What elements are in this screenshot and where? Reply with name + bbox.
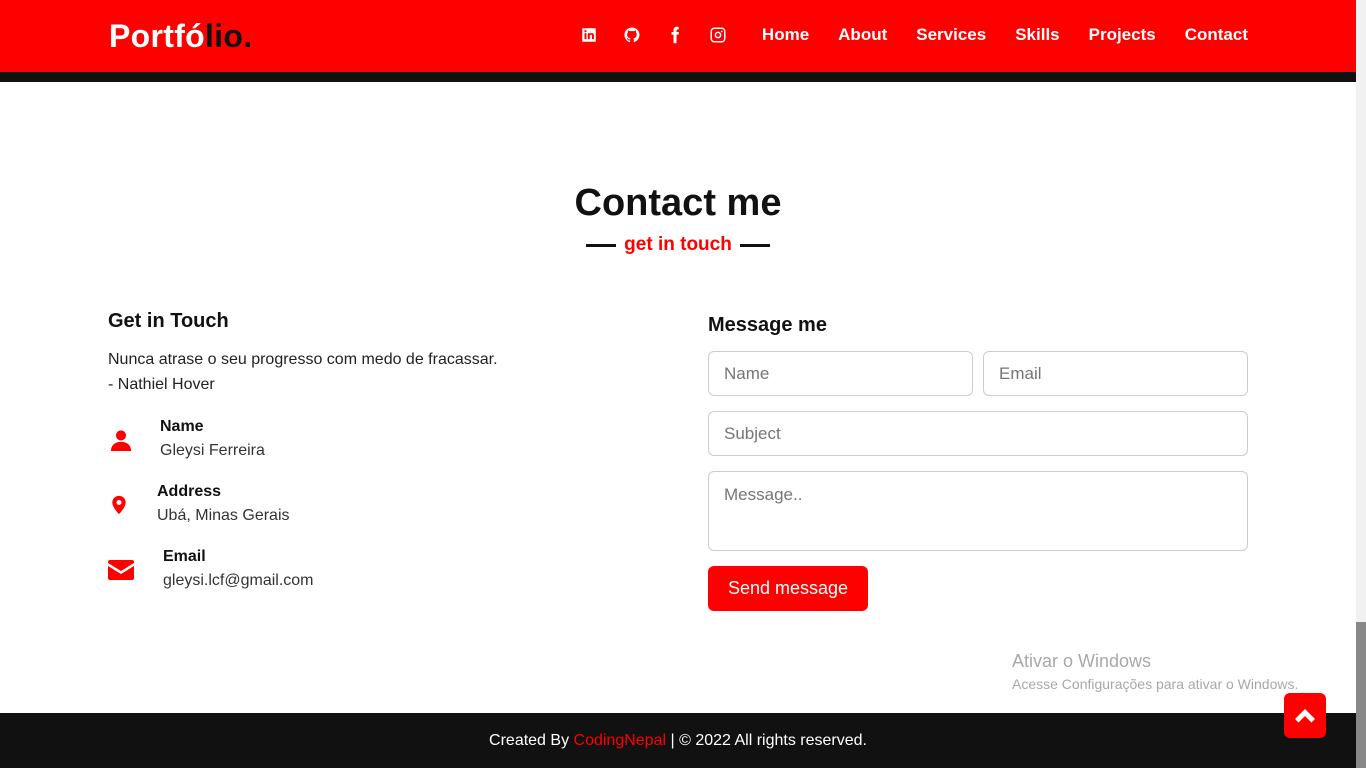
github-icon[interactable]: [621, 24, 643, 46]
page-scrollbar-thumb[interactable]: [1356, 622, 1366, 768]
info-name-text: Name Gleysi Ferreira: [160, 416, 265, 464]
nav-skills[interactable]: Skills: [1015, 24, 1059, 46]
navbar-bottom-band: [0, 72, 1356, 82]
section-title: Contact me: [574, 182, 782, 224]
info-row-name: Name Gleysi Ferreira: [108, 416, 265, 464]
nav-links: Home About Services Skills Projects Cont…: [733, 24, 1248, 46]
map-marker-icon: [106, 492, 132, 518]
quote-line-2: - Nathiel Hover: [108, 376, 215, 393]
nav-contact[interactable]: Contact: [1185, 24, 1248, 46]
quote: Nunca atrase o seu progresso com medo de…: [108, 347, 628, 397]
info-email-value: gleysi.lcf@gmail.com: [163, 572, 314, 589]
instagram-icon[interactable]: [707, 24, 729, 46]
info-row-email: Email gleysi.lcf@gmail.com: [108, 546, 314, 594]
message-me-title: Message me: [708, 314, 827, 336]
facebook-icon[interactable]: [664, 24, 686, 46]
subtitle-dash-right: [740, 244, 771, 248]
info-name-head: Name: [160, 418, 204, 435]
footer-prefix: Created By: [489, 732, 574, 749]
logo-main: Portfó: [109, 18, 206, 54]
name-input[interactable]: [708, 351, 973, 396]
send-message-button[interactable]: Send message: [708, 566, 868, 611]
footer-suffix: | © 2022 All rights reserved.: [666, 732, 867, 749]
nav-projects[interactable]: Projects: [1089, 24, 1156, 46]
subtitle-dash-left: [585, 244, 616, 248]
subject-input[interactable]: [708, 411, 1248, 456]
user-icon: [108, 427, 134, 453]
envelope-icon: [108, 557, 134, 583]
contact-info-column: Get in Touch Nunca atrase o seu progress…: [108, 310, 628, 397]
info-email-text: Email gleysi.lcf@gmail.com: [163, 546, 314, 594]
nav-about[interactable]: About: [838, 24, 887, 46]
message-form-column: Message me: [708, 314, 1248, 337]
windows-activation-title: Ativar o Windows: [1012, 651, 1152, 671]
navbar: Portfólio. Home About Services Skills Pr…: [0, 0, 1356, 72]
chevron-up-icon: [1295, 708, 1315, 722]
subtitle-text: get in touch: [624, 234, 732, 255]
info-address-text: Address Ubá, Minas Gerais: [157, 481, 290, 529]
info-name-value: Gleysi Ferreira: [160, 442, 265, 459]
scroll-top-button[interactable]: [1284, 693, 1326, 738]
info-address-value: Ubá, Minas Gerais: [157, 507, 290, 524]
info-email-head: Email: [163, 548, 206, 565]
footer-brand-link[interactable]: CodingNepal: [574, 732, 667, 749]
info-row-address: Address Ubá, Minas Gerais: [106, 481, 290, 529]
page: Portfólio. Home About Services Skills Pr…: [0, 0, 1366, 768]
nav-services[interactable]: Services: [916, 24, 986, 46]
nav-home[interactable]: Home: [762, 24, 809, 46]
email-input[interactable]: [983, 351, 1248, 396]
info-address-head: Address: [157, 483, 222, 500]
section-subtitle: get in touch: [0, 234, 1356, 256]
get-in-touch-title: Get in Touch: [108, 310, 229, 332]
footer: Created By CodingNepal | © 2022 All righ…: [0, 713, 1356, 768]
windows-activation-subtitle: Acesse Configurações para ativar o Windo…: [1012, 676, 1299, 692]
message-textarea[interactable]: [708, 471, 1248, 551]
logo-accent: lio.: [205, 18, 253, 54]
logo[interactable]: Portfólio.: [109, 14, 252, 58]
social-icons: [578, 24, 750, 46]
quote-line-1: Nunca atrase o seu progresso com medo de…: [108, 351, 498, 368]
linkedin-icon[interactable]: [578, 24, 600, 46]
